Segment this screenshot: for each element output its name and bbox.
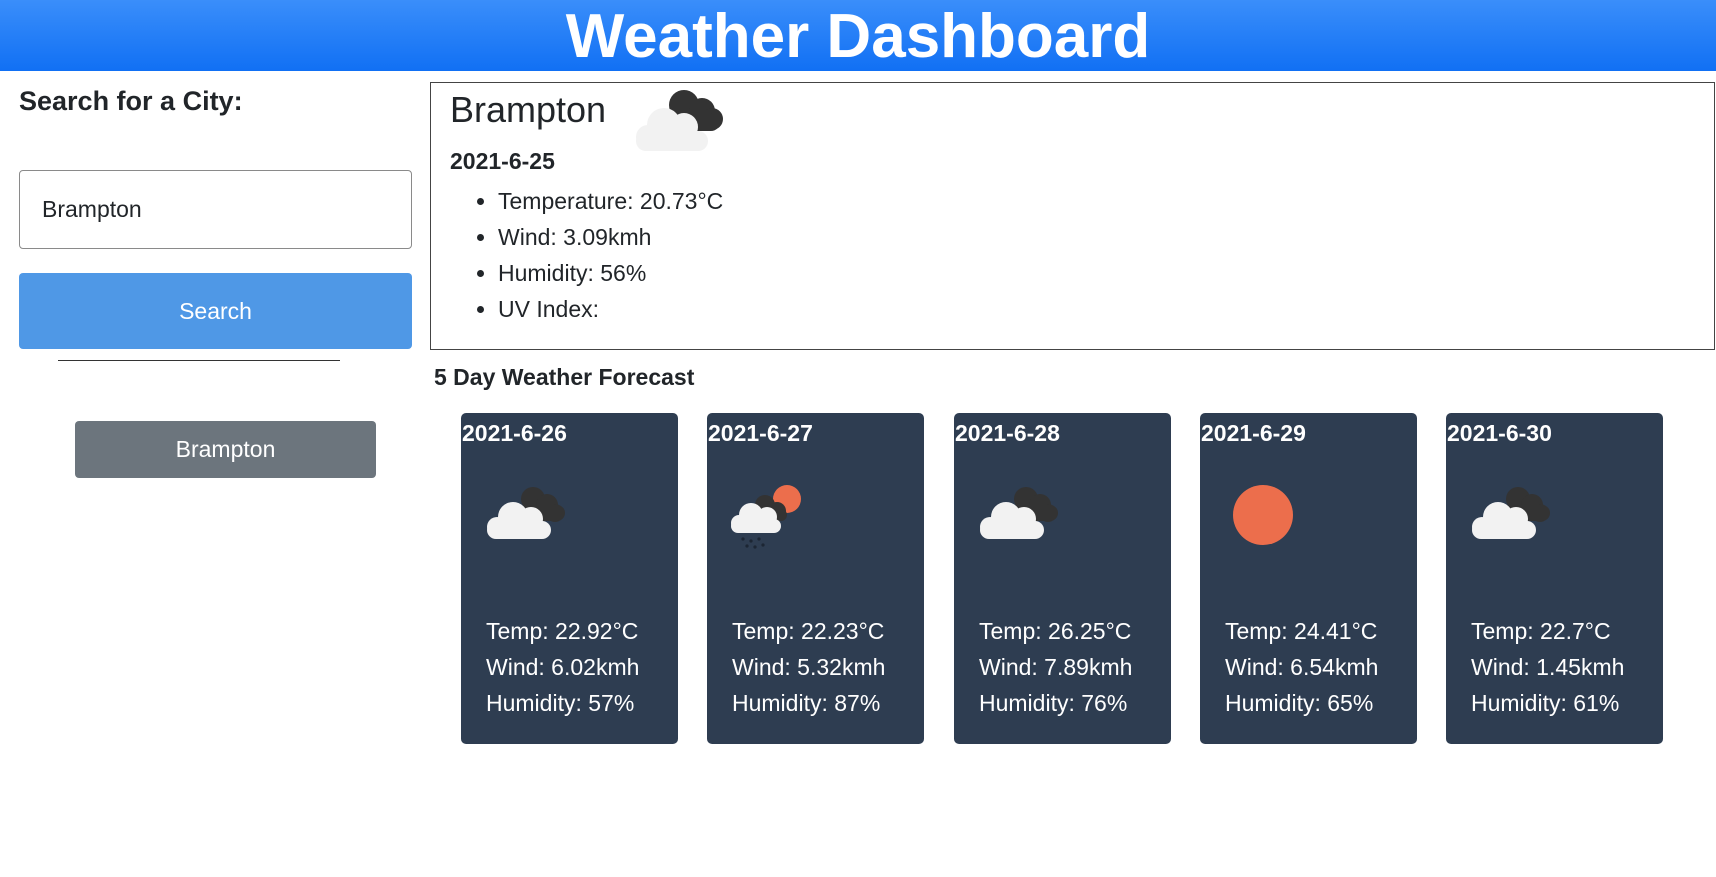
page-title: Weather Dashboard [565, 2, 1151, 71]
current-wind: Wind: 3.09kmh [498, 219, 723, 255]
sun-icon [1233, 485, 1293, 545]
forecast-date: 2021-6-27 [708, 420, 813, 446]
forecast-temp: Temp: 22.92°C [486, 618, 639, 644]
current-temperature: Temperature: 20.73°C [498, 183, 723, 219]
forecast-humidity: Humidity: 65% [1225, 690, 1374, 716]
forecast-wind: Wind: 6.02kmh [486, 654, 640, 680]
forecast-date: 2021-6-26 [462, 420, 567, 446]
forecast-temp: Temp: 22.23°C [732, 618, 885, 644]
forecast-wind: Wind: 7.89kmh [979, 654, 1133, 680]
current-city-name: Brampton [450, 89, 607, 130]
current-weather-panel: Brampton 2021-6-25 Temperature: 20.73°C … [430, 82, 1715, 350]
forecast-card: 2021-6-28 Temp: 26.25°C Wind: 7.89kmh Hu… [954, 413, 1171, 744]
forecast-wind: Wind: 6.54kmh [1225, 654, 1379, 680]
forecast-card: 2021-6-30 Temp: 22.7°C Wind: 1.45kmh Hum… [1446, 413, 1663, 744]
forecast-wind: Wind: 1.45kmh [1471, 654, 1625, 680]
history-button-brampton[interactable]: Brampton [75, 421, 376, 478]
cloudy-icon [1472, 487, 1550, 539]
search-button[interactable]: Search [19, 273, 412, 349]
forecast-humidity: Humidity: 57% [486, 690, 635, 716]
cloudy-icon [980, 487, 1058, 539]
current-humidity: Humidity: 56% [498, 255, 723, 291]
forecast-date: 2021-6-28 [955, 420, 1060, 446]
forecast-details: Temp: 22.7°C Wind: 1.45kmh Humidity: 61% [1471, 613, 1624, 721]
sidebar: Search for a City: Search Brampton [19, 84, 412, 478]
search-label: Search for a City: [19, 86, 243, 116]
forecast-temp: Temp: 26.25°C [979, 618, 1132, 644]
cloudy-icon [636, 90, 723, 151]
current-details-list: Temperature: 20.73°C Wind: 3.09kmh Humid… [450, 183, 723, 327]
forecast-wind: Wind: 5.32kmh [732, 654, 886, 680]
city-search-input[interactable] [19, 170, 412, 249]
sidebar-divider [58, 360, 340, 361]
forecast-humidity: Humidity: 61% [1471, 690, 1620, 716]
forecast-humidity: Humidity: 76% [979, 690, 1128, 716]
forecast-temp: Temp: 22.7°C [1471, 618, 1611, 644]
cloudy-icon [487, 487, 565, 539]
forecast-temp: Temp: 24.41°C [1225, 618, 1378, 644]
current-date: 2021-6-25 [450, 148, 555, 174]
forecast-details: Temp: 24.41°C Wind: 6.54kmh Humidity: 65… [1225, 613, 1378, 721]
forecast-heading: 5 Day Weather Forecast [434, 364, 695, 390]
current-uv-index: UV Index: [498, 291, 723, 327]
rain-sun-icon [731, 485, 801, 549]
forecast-card: 2021-6-27 Temp: 22.23°C Wind: 5.32kmh Hu… [707, 413, 924, 744]
forecast-humidity: Humidity: 87% [732, 690, 881, 716]
forecast-details: Temp: 22.23°C Wind: 5.32kmh Humidity: 87… [732, 613, 885, 721]
forecast-card: 2021-6-29 Temp: 24.41°C Wind: 6.54kmh Hu… [1200, 413, 1417, 744]
forecast-date: 2021-6-30 [1447, 420, 1552, 446]
app-header: Weather Dashboard [0, 0, 1716, 71]
forecast-details: Temp: 22.92°C Wind: 6.02kmh Humidity: 57… [486, 613, 639, 721]
forecast-date: 2021-6-29 [1201, 420, 1306, 446]
forecast-details: Temp: 26.25°C Wind: 7.89kmh Humidity: 76… [979, 613, 1132, 721]
forecast-card: 2021-6-26 Temp: 22.92°C Wind: 6.02kmh Hu… [461, 413, 678, 744]
